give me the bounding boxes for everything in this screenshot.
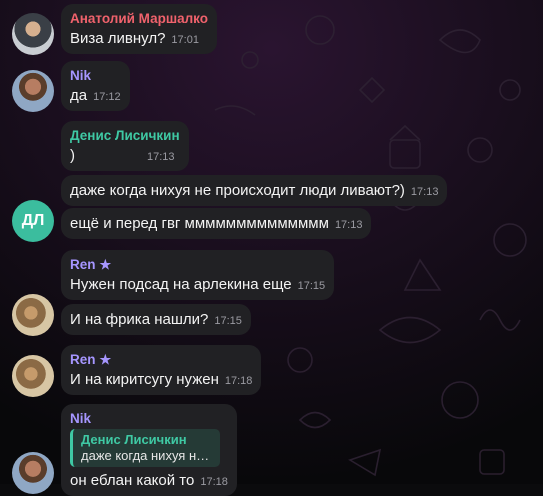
- message-text: ): [70, 147, 75, 164]
- message-bubble[interactable]: И на фрика нашли? 17:15: [61, 304, 251, 335]
- premium-star-icon: ★: [99, 352, 112, 367]
- message-time: 17:13: [334, 219, 363, 231]
- message-time: 17:13: [147, 151, 175, 163]
- sender-name-text: Ren: [70, 352, 96, 367]
- reply-quote[interactable]: Денис Лисичкин даже когда нихуя не п...: [70, 429, 220, 467]
- message-time: 17:12: [93, 91, 121, 103]
- message-bubble[interactable]: Денис Лисичкин ) 17:13: [61, 121, 189, 171]
- message-text: И на киритсугу нужен: [70, 371, 219, 388]
- message-time: 17:18: [224, 375, 253, 387]
- message-time: 17:01: [171, 34, 199, 46]
- message-text: Нужен подсад на арлекина еще: [70, 276, 292, 293]
- sender-name-text: Ren: [70, 257, 96, 272]
- avatar[interactable]: [12, 452, 54, 494]
- message-bubble[interactable]: Анатолий Маршалко Виза ливнул? 17:01: [61, 4, 218, 54]
- message-text: И на фрика нашли?: [70, 311, 209, 328]
- message-bubble[interactable]: Ren ★ И на киритсугу нужен 17:18: [61, 345, 262, 395]
- message-bubble[interactable]: ещё и перед гвг мммммммммммммм 17:13: [61, 208, 372, 239]
- reply-text: даже когда нихуя не п...: [81, 448, 213, 463]
- message-text: он еблан какой то: [70, 472, 195, 489]
- sender-name[interactable]: Nik: [70, 67, 121, 84]
- message-bubble[interactable]: Ren ★ Нужен подсад на арлекина еще 17:15: [61, 250, 335, 300]
- message-list[interactable]: Анатолий Маршалко Виза ливнул? 17:01 Nik…: [0, 0, 543, 496]
- sender-name[interactable]: Ren ★: [70, 351, 252, 368]
- message-time: 17:13: [410, 186, 439, 198]
- message-text: ещё и перед гвг мммммммммммммм: [70, 215, 329, 232]
- message-bubble[interactable]: даже когда нихуя не происходит люди лива…: [61, 175, 448, 206]
- avatar[interactable]: ДЛ: [12, 200, 54, 242]
- avatar-initials: ДЛ: [21, 212, 45, 229]
- reply-sender-name: Денис Лисичкин: [81, 432, 187, 447]
- avatar[interactable]: [12, 355, 54, 397]
- message-text: Виза ливнул?: [70, 30, 166, 47]
- sender-name[interactable]: Денис Лисичкин: [70, 127, 180, 144]
- sender-name[interactable]: Ren ★: [70, 256, 325, 273]
- message-bubble[interactable]: Nik да 17:12: [61, 61, 130, 111]
- avatar[interactable]: [12, 294, 54, 336]
- avatar[interactable]: [12, 13, 54, 55]
- message-time: 17:18: [200, 476, 228, 488]
- message-time: 17:15: [214, 315, 242, 327]
- message-text: даже когда нихуя не происходит люди лива…: [70, 182, 405, 199]
- avatar[interactable]: [12, 70, 54, 112]
- message-bubble[interactable]: Nik Денис Лисичкин даже когда нихуя не п…: [61, 404, 237, 496]
- message-text: да: [70, 87, 88, 104]
- sender-name[interactable]: Nik: [70, 410, 228, 427]
- message-time: 17:15: [297, 280, 326, 292]
- sender-name[interactable]: Анатолий Маршалко: [70, 10, 208, 27]
- premium-star-icon: ★: [99, 257, 112, 272]
